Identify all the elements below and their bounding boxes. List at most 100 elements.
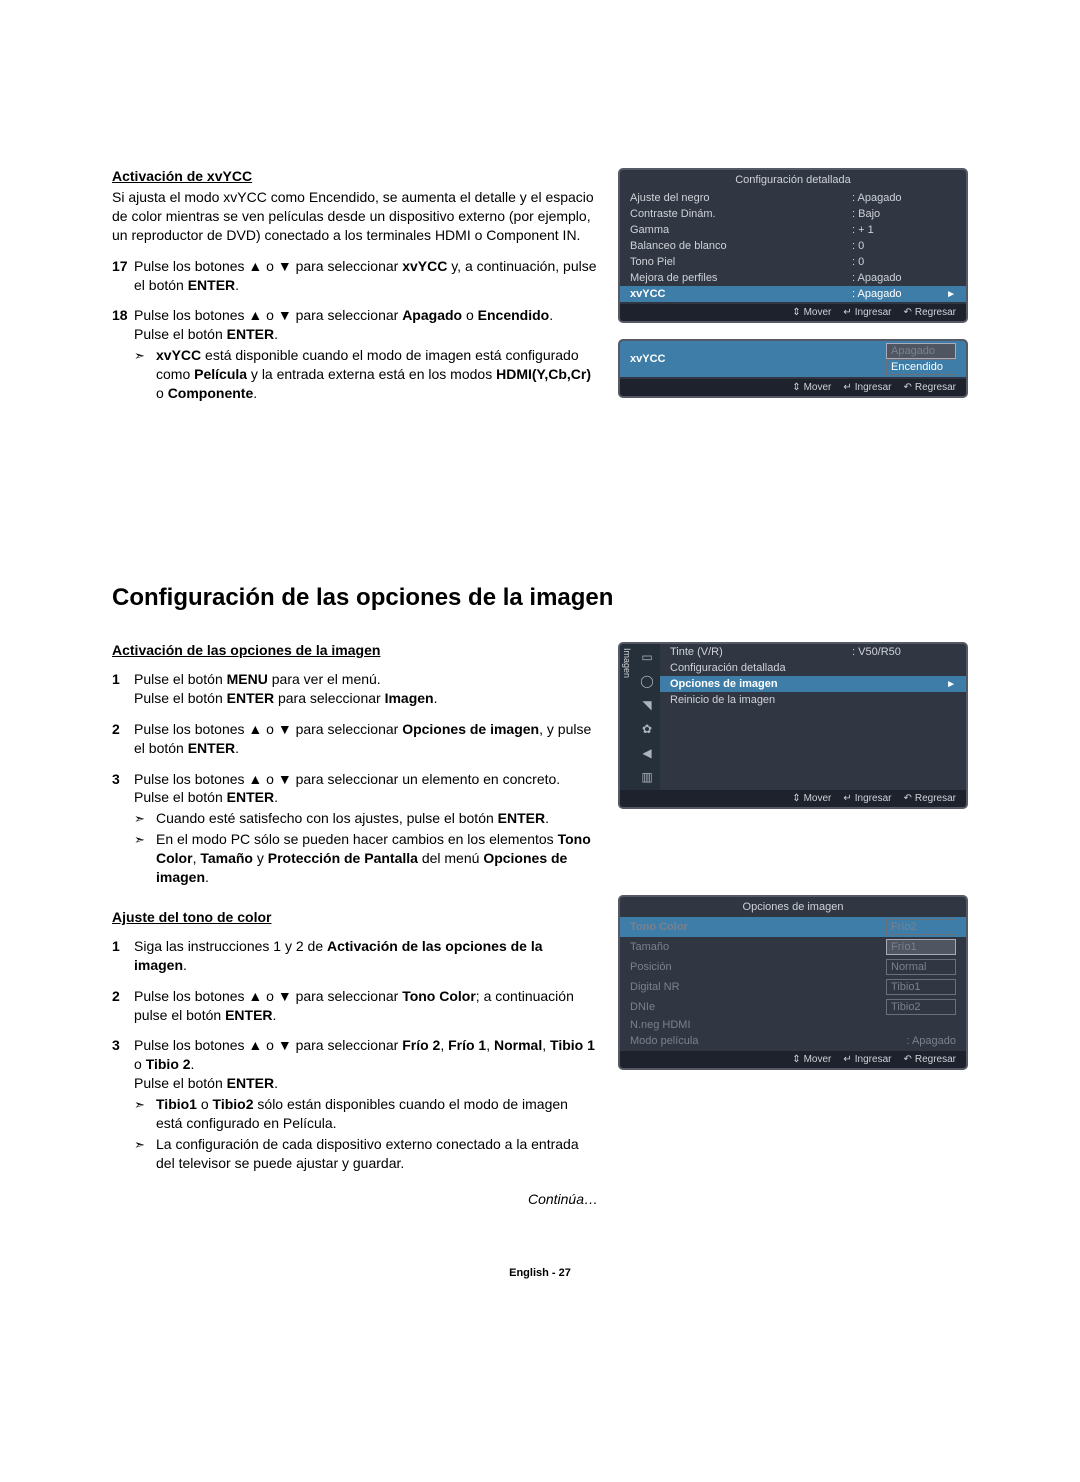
- osd-row-selected: xvYCC Apagado Encendido: [620, 341, 966, 377]
- osd-row: Tinte (V/R): V50/R50: [660, 644, 966, 660]
- osd-row: Mejora de perfiles: Apagado: [620, 270, 966, 286]
- step-num: 2: [112, 720, 134, 758]
- step-num: 17: [112, 257, 134, 295]
- step-3-note-a: Cuando esté satisfecho con los ajustes, …: [134, 809, 598, 828]
- step-3-note-b: En el modo PC sólo se pueden hacer cambi…: [134, 830, 598, 887]
- osd-row: Configuración detallada: [660, 660, 966, 676]
- move-hint: Mover: [792, 1054, 831, 1065]
- xvycc-intro: Si ajusta el modo xvYCC como Encendido, …: [112, 188, 598, 245]
- note-body: Tibio1 o Tibio2 sólo están disponibles c…: [156, 1095, 598, 1133]
- osd-row: Contraste Dinám.: Bajo: [620, 206, 966, 222]
- osd-body: Tinte (V/R): V50/R50 Configuración detal…: [660, 644, 966, 790]
- heading-config-opciones: Configuración de las opciones de la imag…: [112, 584, 968, 612]
- return-hint: Regresar: [903, 382, 956, 393]
- step-2: 2 Pulse los botones ▲ o ▼ para seleccion…: [112, 720, 598, 758]
- return-hint: Regresar: [903, 307, 956, 318]
- osd-row: Balanceo de blanco: 0: [620, 238, 966, 254]
- opciones-text: Activación de las opciones de la imagen …: [112, 642, 598, 1207]
- xvycc-block: Activación de xvYCC Si ajusta el modo xv…: [112, 168, 968, 414]
- osd-row-selected: Tono ColorFrío2: [620, 917, 966, 937]
- osd-row-selected: Opciones de imagen►: [660, 676, 966, 692]
- osd-row: Gamma: + 1: [620, 222, 966, 238]
- osd-xvycc-options: xvYCC Apagado Encendido Mover Ingresar R…: [618, 339, 968, 398]
- enter-hint: Ingresar: [843, 382, 891, 393]
- channel-icon: ◥: [638, 698, 656, 712]
- right-arrow-icon: ►: [942, 289, 956, 300]
- continue-label: Continúa…: [112, 1191, 598, 1207]
- step-18: 18 Pulse los botones ▲ o ▼ para seleccio…: [112, 306, 598, 402]
- note-arrow-icon: [134, 1135, 156, 1173]
- step-body: Pulse los botones ▲ o ▼ para seleccionar…: [134, 1036, 598, 1172]
- note-arrow-icon: [134, 830, 156, 887]
- osd-row: Modo película: Apagado: [620, 1033, 966, 1049]
- note-body: xvYCC está disponible cuando el modo de …: [156, 346, 598, 403]
- tono-step-3: 3 Pulse los botones ▲ o ▼ para seleccion…: [112, 1036, 598, 1172]
- return-hint: Regresar: [903, 1054, 956, 1065]
- osd-footer: Mover Ingresar Regresar: [620, 1051, 966, 1068]
- xvycc-title: Activación de xvYCC: [112, 168, 598, 184]
- tono-note-a: Tibio1 o Tibio2 sólo están disponibles c…: [134, 1095, 598, 1133]
- osd-body: xvYCC Apagado Encendido: [620, 341, 966, 379]
- osd-row: PosiciónNormal: [620, 957, 966, 977]
- option-apagado: Apagado: [886, 343, 956, 359]
- osd-row: Reinicio de la imagen: [660, 692, 966, 708]
- step-body: Pulse los botones ▲ o ▼ para seleccionar…: [134, 987, 598, 1025]
- step-1: 1 Pulse el botón MENU para ver el menú. …: [112, 670, 598, 708]
- osd-footer: Mover Ingresar Regresar: [620, 790, 966, 807]
- option-normal: Normal: [886, 959, 956, 975]
- sound-icon: ◯: [638, 674, 656, 688]
- step-3: 3 Pulse los botones ▲ o ▼ para seleccion…: [112, 770, 598, 887]
- step-body: Pulse los botones ▲ o ▼ para seleccionar…: [134, 720, 598, 758]
- osd-imagen-menu: Imagen ▭ ◯ ◥ ✿ ◀ ▥ Tinte (V/R): V50/R50 …: [618, 642, 968, 809]
- step-num: 1: [112, 937, 134, 975]
- move-hint: Mover: [792, 307, 831, 318]
- right-arrow-icon: ►: [942, 679, 956, 690]
- osd-row: Tono Piel: 0: [620, 254, 966, 270]
- note-body: Cuando esté satisfecho con los ajustes, …: [156, 809, 598, 828]
- opciones-title: Activación de las opciones de la imagen: [112, 642, 598, 658]
- option-tibio2: Tibio2: [886, 999, 956, 1015]
- osd-row: DNIeTibio2: [620, 997, 966, 1017]
- tono-title: Ajuste del tono de color: [112, 909, 598, 925]
- step-17: 17 Pulse los botones ▲ o ▼ para seleccio…: [112, 257, 598, 295]
- step-body: Pulse los botones ▲ o ▼ para seleccionar…: [134, 770, 598, 887]
- osd-side-label: Imagen: [620, 644, 634, 790]
- step-body: Pulse el botón MENU para ver el menú. Pu…: [134, 670, 598, 708]
- osd-title: Opciones de imagen: [620, 897, 966, 917]
- note-body: La configuración de cada dispositivo ext…: [156, 1135, 598, 1173]
- osd-row: TamañoFrío1: [620, 937, 966, 957]
- xvycc-shots: Configuración detallada Ajuste del negro…: [618, 168, 968, 414]
- option-frio1: Frío1: [886, 939, 956, 955]
- note-arrow-icon: [134, 809, 156, 828]
- osd-config-detallada: Configuración detallada Ajuste del negro…: [618, 168, 968, 323]
- osd-footer: Mover Ingresar Regresar: [620, 304, 966, 321]
- opciones-shots: Imagen ▭ ◯ ◥ ✿ ◀ ▥ Tinte (V/R): V50/R50 …: [618, 642, 968, 1207]
- step-num: 2: [112, 987, 134, 1025]
- step-num: 3: [112, 770, 134, 887]
- tono-step-1: 1 Siga las instrucciones 1 y 2 de Activa…: [112, 937, 598, 975]
- option-tibio1: Tibio1: [886, 979, 956, 995]
- note-body: En el modo PC sólo se pueden hacer cambi…: [156, 830, 598, 887]
- move-hint: Mover: [792, 382, 831, 393]
- step-body: Siga las instrucciones 1 y 2 de Activaci…: [134, 937, 598, 975]
- step-num: 1: [112, 670, 134, 708]
- osd-body: Ajuste del negro: Apagado Contraste Diná…: [620, 190, 966, 304]
- return-hint: Regresar: [903, 793, 956, 804]
- step-body: Pulse los botones ▲ o ▼ para seleccionar…: [134, 257, 598, 295]
- option-encendido: Encendido: [886, 359, 956, 375]
- enter-hint: Ingresar: [843, 307, 891, 318]
- osd-row-selected: xvYCC: Apagado►: [620, 286, 966, 302]
- step-18-note: xvYCC está disponible cuando el modo de …: [134, 346, 598, 403]
- osd-row: Digital NRTibio1: [620, 977, 966, 997]
- osd-body: Tono ColorFrío2 TamañoFrío1 PosiciónNorm…: [620, 917, 966, 1051]
- move-hint: Mover: [792, 793, 831, 804]
- osd-title: Configuración detallada: [620, 170, 966, 190]
- picture-icon: ▭: [638, 650, 656, 664]
- note-arrow-icon: [134, 1095, 156, 1133]
- app-icon: ▥: [638, 770, 656, 784]
- page-footer: English - 27: [112, 1267, 968, 1279]
- input-icon: ◀: [638, 746, 656, 760]
- enter-hint: Ingresar: [843, 793, 891, 804]
- osd-footer: Mover Ingresar Regresar: [620, 379, 966, 396]
- step-num: 3: [112, 1036, 134, 1172]
